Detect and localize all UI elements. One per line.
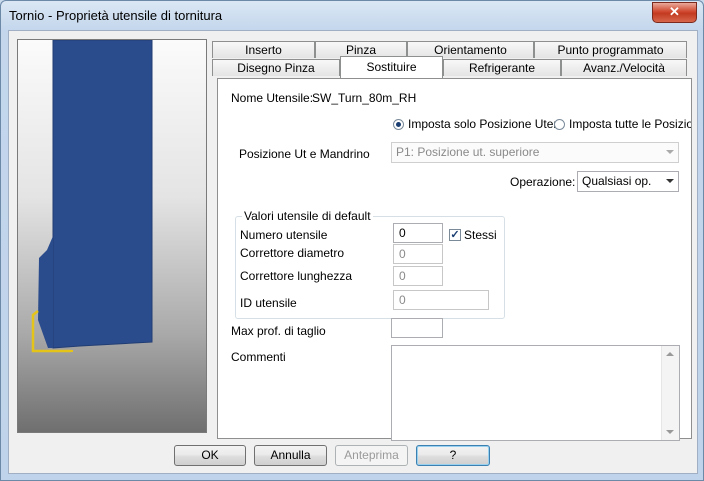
operation-label: Operazione: — [510, 175, 576, 189]
tab-label: Avanz./Velocità — [583, 61, 665, 75]
same-checkbox-label: Stessi — [464, 228, 497, 242]
position-label: Posizione Ut e Mandrino — [239, 147, 370, 161]
tab-label: Pinza — [345, 43, 377, 57]
help-button[interactable]: ? — [416, 445, 490, 466]
radio-set-single-position[interactable] — [393, 119, 404, 130]
preview-button-label: Anteprima — [344, 448, 399, 462]
tab-disegno-pinza[interactable]: Disegno Pinza — [212, 59, 340, 76]
position-select-value: P1: Posizione ut. superiore — [396, 145, 540, 159]
tool-number-input[interactable]: 0 — [393, 223, 443, 243]
preview-button[interactable]: Anteprima — [335, 445, 408, 466]
scroll-down-icon[interactable] — [666, 430, 674, 434]
scroll-up-icon[interactable] — [666, 352, 674, 356]
radio-set-all-positions-label: Imposta tutte le Posizio — [569, 117, 691, 131]
tab-panel-sostituire: Nome Utensile: SW_Turn_80m_RH Imposta so… — [217, 78, 692, 441]
tab-label: Refrigerante — [468, 61, 536, 75]
default-values-group-title: Valori utensile di default — [242, 209, 373, 223]
tool-holder-shape — [52, 40, 153, 349]
same-checkbox[interactable]: ✓ — [449, 229, 461, 241]
comments-textarea[interactable] — [391, 345, 680, 441]
tab-label: Disegno Pinza — [237, 61, 315, 75]
chevron-down-icon — [666, 150, 674, 154]
operation-select[interactable]: Qualsiasi op. — [577, 171, 679, 192]
tool-preview-drawing — [31, 40, 153, 353]
tab-label: Inserto — [245, 43, 282, 57]
window-title: Tornio - Proprietà utensile di tornitura — [9, 8, 223, 23]
tab-label: Punto programmato — [557, 43, 664, 57]
tool-shank-shape — [38, 40, 53, 348]
tab-inserto[interactable]: Inserto — [212, 41, 315, 58]
tool-name-label: Nome Utensile: — [231, 91, 314, 105]
dialog-window: Tornio - Proprietà utensile di tornitura… — [0, 0, 704, 481]
diameter-corrector-label: Correttore diametro — [240, 246, 345, 260]
close-button[interactable]: ✕ — [652, 2, 697, 23]
length-corrector-label: Correttore lunghezza — [240, 269, 353, 283]
diameter-corrector-value: 0 — [399, 247, 406, 261]
dialog-client-area: Inserto Pinza Orientamento Punto program… — [8, 30, 698, 474]
max-depth-input[interactable] — [391, 318, 443, 338]
chevron-down-icon — [666, 179, 674, 183]
cancel-button[interactable]: Annulla — [254, 445, 327, 466]
ok-button[interactable]: OK — [174, 445, 246, 466]
tool-id-value: 0 — [399, 293, 406, 307]
tool-name-value: SW_Turn_80m_RH — [312, 91, 417, 105]
tool-number-label: Numero utensile — [240, 228, 328, 242]
radio-set-all-positions[interactable] — [554, 119, 565, 130]
tab-label: Sostituire — [366, 60, 417, 74]
tab-label: Orientamento — [434, 43, 507, 57]
radio-selected-dot — [396, 122, 401, 127]
position-select[interactable]: P1: Posizione ut. superiore — [391, 142, 679, 163]
tab-punto-programmato[interactable]: Punto programmato — [534, 41, 687, 58]
comments-scrollbar[interactable] — [661, 346, 679, 440]
radio-set-single-position-label: Imposta solo Posizione Uten — [408, 117, 561, 131]
diameter-corrector-input[interactable]: 0 — [393, 244, 443, 264]
cancel-button-label: Annulla — [270, 448, 311, 462]
comments-label: Commenti — [231, 350, 286, 364]
help-button-label: ? — [449, 448, 457, 462]
tool-id-label: ID utensile — [240, 296, 297, 310]
tool-preview — [17, 39, 207, 433]
tab-refrigerante[interactable]: Refrigerante — [443, 59, 561, 76]
tab-avanz-velocita[interactable]: Avanz./Velocità — [561, 59, 687, 76]
tool-number-value: 0 — [399, 226, 406, 240]
tab-sostituire[interactable]: Sostituire — [340, 56, 443, 78]
max-depth-label: Max prof. di taglio — [231, 324, 326, 338]
operation-select-value: Qualsiasi op. — [582, 174, 652, 188]
length-corrector-input[interactable]: 0 — [393, 266, 443, 286]
length-corrector-value: 0 — [399, 269, 406, 283]
tool-id-input[interactable]: 0 — [393, 290, 489, 310]
ok-button-label: OK — [201, 448, 219, 462]
close-icon: ✕ — [669, 4, 680, 19]
